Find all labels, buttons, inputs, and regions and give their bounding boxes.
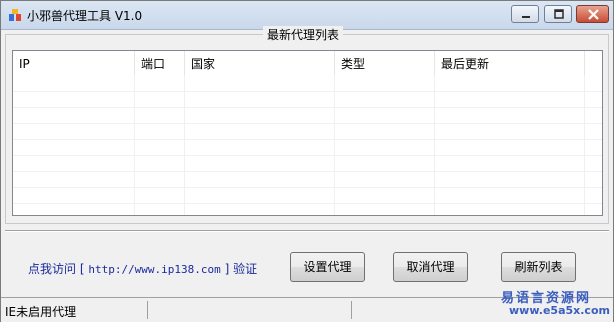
maximize-button[interactable]	[544, 5, 572, 23]
watermark-url: www.e5a5x.com	[509, 304, 610, 317]
status-divider	[351, 301, 352, 319]
cancel-proxy-button[interactable]: 取消代理	[393, 252, 468, 282]
verify-link-url: http://www.ip138.com	[88, 263, 221, 276]
grid-column-line	[184, 75, 185, 215]
app-icon	[9, 9, 21, 21]
grid-row-line	[13, 139, 602, 140]
grid-row-line	[13, 123, 602, 124]
maximize-icon	[554, 9, 564, 19]
grid-row-line	[13, 187, 602, 188]
status-divider	[147, 301, 148, 319]
grid-column-line	[134, 75, 135, 215]
close-button[interactable]	[576, 5, 609, 23]
verify-link-prefix: 点我访问 [	[28, 262, 85, 276]
grid-row-line	[13, 91, 602, 92]
grid-column-line	[434, 75, 435, 215]
refresh-list-button[interactable]: 刷新列表	[501, 252, 576, 282]
grid-column-line	[334, 75, 335, 215]
grid-row-line	[13, 203, 602, 204]
verify-link[interactable]: 点我访问 [ http://www.ip138.com ] 验证	[28, 260, 257, 277]
grid-row-line	[13, 171, 602, 172]
column-header-ip[interactable]: IP	[13, 51, 135, 75]
main-window: 小邪兽代理工具 V1.0 最新代理列表 IP 端口 国家 类型 最后更新 点我访…	[0, 0, 614, 322]
proxy-list[interactable]: IP 端口 国家 类型 最后更新	[12, 50, 603, 216]
column-header-country[interactable]: 国家	[185, 51, 335, 75]
column-header-last-updated[interactable]: 最后更新	[435, 51, 585, 75]
column-header-type[interactable]: 类型	[335, 51, 435, 75]
close-icon	[588, 9, 599, 20]
grid-row-line	[13, 155, 602, 156]
minimize-icon	[522, 16, 530, 18]
divider	[5, 230, 609, 232]
set-proxy-button[interactable]: 设置代理	[290, 252, 365, 282]
status-text: IE未启用代理	[5, 305, 77, 319]
window-title: 小邪兽代理工具 V1.0	[27, 9, 143, 23]
verify-link-suffix: ] 验证	[224, 262, 258, 276]
proxy-list-group-title: 最新代理列表	[263, 26, 344, 43]
minimize-button[interactable]	[511, 5, 539, 23]
grid-row-line	[13, 107, 602, 108]
list-header: IP 端口 国家 类型 最后更新	[13, 51, 602, 75]
column-header-port[interactable]: 端口	[135, 51, 185, 75]
grid-column-line	[584, 75, 585, 215]
watermark-logo: 易语言资源网 www.e5a5x.com	[495, 285, 611, 321]
